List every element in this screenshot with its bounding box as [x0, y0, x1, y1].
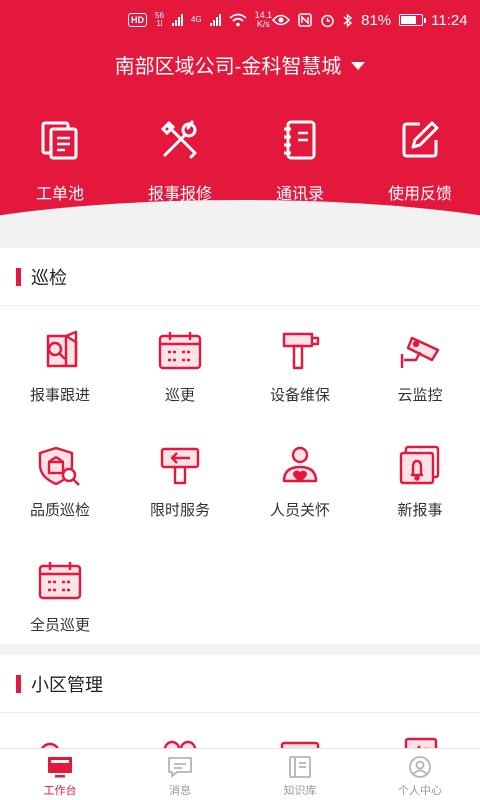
community-section-header: 小区管理: [0, 655, 480, 713]
quick-item-repair[interactable]: 报事报修: [120, 118, 240, 204]
calendar-icon: [38, 562, 82, 600]
grid-item-report-follow[interactable]: 报事跟进: [0, 308, 120, 423]
section-marker: [16, 267, 21, 286]
network-speed: 14.1 K/s: [254, 10, 273, 29]
calendar-icon: [158, 332, 202, 370]
eye-icon: [272, 14, 291, 26]
quick-actions: 工单池 报事报修 通讯录 使用反馈: [0, 118, 480, 204]
company-selector[interactable]: 南部区域公司-金科智慧城: [0, 54, 480, 80]
status-time: 11:24: [431, 11, 468, 29]
tab-messages[interactable]: 消息: [120, 749, 240, 800]
caret-down-icon: [351, 61, 366, 70]
nfc-icon: [298, 13, 312, 27]
bell-icon: [399, 445, 440, 485]
network-type-2: 4G: [190, 15, 202, 24]
tab-workbench[interactable]: 工作台: [0, 749, 120, 800]
status-bar: HD 56 1l 4G 14.1 K/s 81% 11:24: [0, 0, 480, 40]
section-title: 小区管理: [31, 674, 103, 695]
inspection-section: 巡检 报事跟进 巡更 设备维保 云监控 品质巡检 限时服务 人员关怀 新报事 全…: [0, 248, 480, 644]
quick-item-feedback[interactable]: 使用反馈: [360, 118, 480, 204]
signal-icon-2: [209, 14, 221, 26]
inspection-section-header: 巡检: [0, 248, 480, 306]
camera-icon: [400, 336, 440, 368]
bottom-tab-bar: 工作台 消息 知识库 个人中心: [0, 748, 480, 800]
document-stack-icon: [41, 121, 78, 160]
bluetooth-icon: [343, 12, 353, 28]
tab-knowledge-base[interactable]: 知识库: [240, 749, 360, 800]
grid-item-cloud-monitor[interactable]: 云监控: [360, 308, 480, 423]
tab-personal-center[interactable]: 个人中心: [360, 749, 480, 800]
wifi-icon: [228, 13, 247, 27]
person-care-icon: [282, 446, 318, 483]
tools-icon: [160, 120, 197, 159]
battery-percentage: 81%: [361, 11, 392, 29]
hd-badge: HD: [128, 13, 147, 27]
quick-item-work-order-pool[interactable]: 工单池: [0, 118, 120, 204]
section-title: 巡检: [31, 267, 67, 288]
notebook-icon: [284, 120, 316, 160]
grid-item-quality-inspection[interactable]: 品质巡检: [0, 423, 120, 538]
knowledge-icon: [289, 756, 311, 778]
battery-icon: [399, 14, 427, 26]
header-banner: 南部区域公司-金科智慧城 工单池 报事报修 通讯录 使用反馈: [0, 40, 480, 220]
grid-item-equipment-maintenance[interactable]: 设备维保: [240, 308, 360, 423]
grid-item-all-staff-patrol[interactable]: 全员巡更: [0, 538, 120, 653]
edit-icon: [402, 121, 439, 158]
grid-item-patrol[interactable]: 巡更: [120, 308, 240, 423]
grid-item-new-report[interactable]: 新报事: [360, 423, 480, 538]
workbench-icon: [48, 757, 72, 778]
alarm-icon: [321, 14, 334, 27]
hammer-icon: [282, 332, 320, 370]
quick-item-contacts[interactable]: 通讯录: [240, 118, 360, 204]
company-name: 南部区域公司-金科智慧城: [114, 56, 342, 78]
section-marker: [16, 674, 21, 693]
quality-inspection-icon: [38, 446, 80, 486]
signpost-icon: [160, 447, 200, 485]
grid-item-staff-care[interactable]: 人员关怀: [240, 423, 360, 538]
message-icon: [168, 757, 192, 778]
grid-item-timed-service[interactable]: 限时服务: [120, 423, 240, 538]
signal-icon: [171, 14, 183, 26]
report-follow-icon: [46, 330, 78, 368]
user-icon: [409, 756, 431, 778]
network-type: 56 1l: [155, 11, 164, 28]
